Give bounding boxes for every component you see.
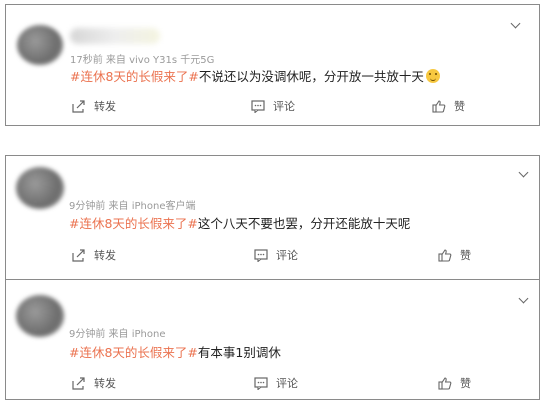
username-blurred[interactable] — [70, 28, 160, 44]
post-meta: 17秒前 来自 vivo Y31s 千元5G — [70, 55, 215, 66]
post-meta: 9分钟前 来自 iPhone客户端 — [69, 201, 196, 212]
comment-button[interactable]: 评论 — [251, 98, 295, 114]
comment-icon — [251, 99, 265, 113]
post-text: #连休8天的长假来了#不说还以为没调休呢，分开放一共放十天 — [70, 66, 440, 85]
repost-button[interactable]: 转发 — [72, 247, 116, 263]
post-body: 这个八天不要也罢，分开还能放十天呢 — [197, 216, 411, 231]
thumbs-up-icon — [438, 248, 452, 262]
comment-button[interactable]: 评论 — [254, 247, 298, 263]
repost-label: 转发 — [94, 100, 116, 113]
topic-tag[interactable]: #连休8天的长假来了# — [70, 69, 199, 84]
like-button[interactable]: 赞 — [438, 375, 471, 391]
like-label: 赞 — [454, 100, 465, 113]
like-button[interactable]: 赞 — [438, 247, 471, 263]
comment-label: 评论 — [276, 249, 298, 262]
post-body: 有本事1别调休 — [197, 345, 281, 360]
thumbs-up-icon — [438, 376, 452, 390]
repost-icon — [72, 99, 85, 113]
repost-button[interactable]: 转发 — [72, 98, 116, 114]
avatar[interactable] — [17, 25, 63, 65]
like-label: 赞 — [460, 249, 471, 262]
repost-icon — [72, 248, 85, 262]
avatar[interactable] — [16, 167, 64, 209]
comment-icon — [254, 376, 268, 390]
repost-label: 转发 — [94, 377, 116, 390]
post-body: 不说还以为没调休呢，分开放一共放十天 — [198, 69, 424, 84]
post-text: #连休8天的长假来了#这个八天不要也罢，分开还能放十天呢 — [69, 213, 410, 232]
smile-emoji-icon — [425, 69, 440, 83]
thumbs-up-icon — [432, 99, 446, 113]
like-button[interactable]: 赞 — [432, 98, 465, 114]
topic-tag[interactable]: #连休8天的长假来了# — [69, 216, 198, 231]
comment-button[interactable]: 评论 — [254, 375, 298, 391]
comment-label: 评论 — [276, 377, 298, 390]
topic-tag[interactable]: #连休8天的长假来了# — [69, 345, 198, 360]
post-text: #连休8天的长假来了#有本事1别调休 — [69, 342, 281, 361]
like-label: 赞 — [460, 377, 471, 390]
repost-button[interactable]: 转发 — [72, 375, 116, 391]
repost-label: 转发 — [94, 249, 116, 262]
repost-icon — [72, 376, 85, 390]
comment-label: 评论 — [273, 100, 295, 113]
comment-icon — [254, 248, 268, 262]
avatar[interactable] — [16, 295, 64, 337]
post-meta: 9分钟前 来自 iPhone — [69, 329, 166, 340]
